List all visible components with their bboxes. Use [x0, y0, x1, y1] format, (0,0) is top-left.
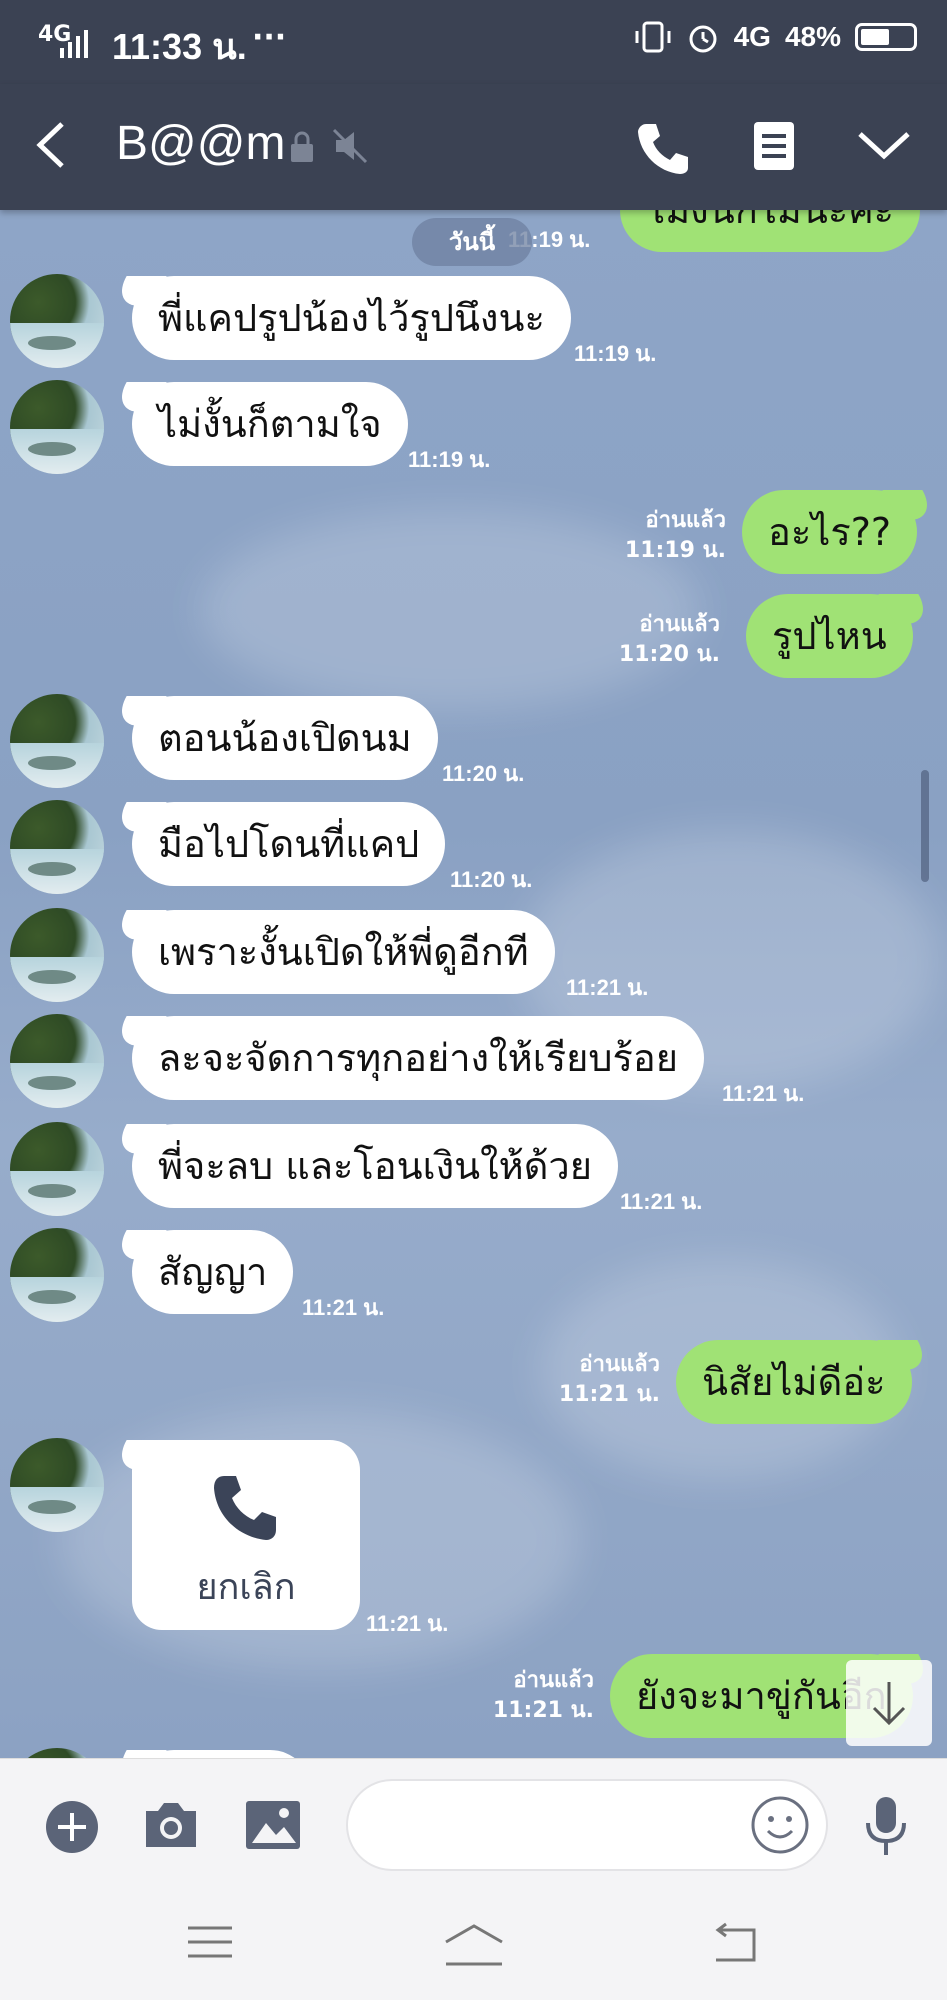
avatar[interactable]	[10, 1014, 104, 1108]
avatar[interactable]	[10, 274, 104, 368]
phone-icon[interactable]	[634, 120, 690, 176]
message-time: 11:20 น.	[442, 761, 525, 786]
avatar[interactable]	[10, 908, 104, 1002]
plus-icon[interactable]	[44, 1799, 100, 1855]
chevron-down-icon[interactable]	[856, 124, 912, 164]
message-bubble-incoming[interactable]	[132, 1750, 312, 1758]
avatar[interactable]	[10, 380, 104, 474]
message-time: 11:21 น.	[302, 1295, 385, 1320]
arrow-down-icon	[872, 1682, 906, 1726]
message-time: 11:21 น.	[366, 1611, 449, 1636]
message-bubble-outgoing[interactable]: ไม่งั้นก็ไม่นะคะ	[620, 210, 921, 252]
call-label: ยกเลิก	[196, 1567, 296, 1608]
message-bubble-incoming[interactable]: ตอนน้องเปิดนม	[132, 696, 438, 780]
avatar[interactable]	[10, 800, 104, 894]
avatar[interactable]	[10, 1122, 104, 1216]
scrollbar-thumb[interactable]	[921, 770, 929, 882]
date-separator: วันนี้	[412, 218, 532, 266]
home-icon[interactable]	[442, 1922, 506, 1970]
message-bubble-incoming[interactable]: ละจะจัดการทุกอย่างให้เรียบร้อย	[132, 1016, 704, 1100]
chevron-left-icon[interactable]	[32, 120, 72, 170]
read-receipt: อ่านแล้ว 11:21 น.	[558, 1352, 660, 1407]
alarm-icon	[689, 25, 717, 53]
message-time: 11:21 น.	[566, 975, 649, 1000]
avatar[interactable]	[10, 1228, 104, 1322]
read-receipt: อ่านแล้ว 11:19 น.	[624, 508, 726, 563]
avatar[interactable]	[10, 694, 104, 788]
status-bar: 4G 11:33 น. ··· 4G 48%	[0, 0, 947, 84]
more-indicator: ···	[252, 20, 287, 55]
vibrate-icon	[635, 21, 671, 53]
message-bubble-incoming[interactable]: มือไปโดนที่แคป	[132, 802, 446, 886]
menu-icon[interactable]	[186, 1922, 234, 1962]
message-time: 11:19 น.	[408, 447, 491, 472]
message-bubble-outgoing[interactable]: รูปไหน	[746, 594, 913, 678]
battery-percent: 48%	[784, 21, 841, 52]
lock-icon	[291, 131, 313, 162]
phone-icon	[214, 1476, 276, 1540]
microphone-icon[interactable]	[862, 1795, 910, 1859]
system-nav-bar	[0, 1890, 947, 2000]
notes-icon[interactable]	[752, 120, 796, 172]
battery-icon	[855, 23, 917, 51]
chat-area[interactable]: 11:19 น. ไม่งั้นก็ไม่นะคะ วันนี้ พี่แคปร…	[0, 210, 947, 1758]
message-bubble-incoming[interactable]: ไม่งั้นก็ตามใจ	[132, 382, 408, 466]
camera-icon[interactable]	[142, 1799, 200, 1851]
message-bubble-incoming[interactable]: พี่จะลบ และโอนเงินให้ด้วย	[132, 1124, 619, 1208]
call-card[interactable]: ยกเลิก	[132, 1440, 360, 1630]
message-time: 11:20 น.	[450, 867, 533, 892]
message-bubble-outgoing[interactable]: นิสัยไม่ดีอ่ะ	[676, 1340, 912, 1424]
message-time: 11:19 น.	[574, 341, 657, 366]
back-nav-icon[interactable]	[708, 1922, 760, 1966]
network-4g: 4G	[733, 21, 771, 52]
avatar[interactable]	[10, 1438, 104, 1532]
input-bar	[0, 1758, 947, 1890]
mute-icon	[332, 128, 368, 164]
chat-header: B@@m	[0, 84, 947, 210]
image-icon[interactable]	[244, 1799, 302, 1851]
message-bubble-outgoing[interactable]: อะไร??	[742, 490, 918, 574]
signal-icon	[60, 30, 88, 58]
message-bubble-incoming[interactable]: เพราะงั้นเปิดให้พี่ดูอีกที	[132, 910, 555, 994]
read-receipt: อ่านแล้ว 11:21 น.	[492, 1668, 594, 1723]
avatar[interactable]	[10, 1748, 104, 1758]
contact-name[interactable]: B@@m	[116, 116, 285, 171]
read-receipt: อ่านแล้ว 11:20 น.	[618, 612, 720, 667]
message-bubble-incoming[interactable]: สัญญา	[132, 1230, 294, 1314]
message-bubble-incoming[interactable]: พี่แคปรูปน้องไว้รูปนึงนะ	[132, 276, 571, 360]
scroll-to-bottom-button[interactable]	[846, 1660, 932, 1746]
clock: 11:33 น.	[112, 26, 247, 67]
message-time: 11:21 น.	[722, 1081, 805, 1106]
smiley-icon[interactable]	[750, 1795, 810, 1855]
message-time: 11:21 น.	[620, 1189, 703, 1214]
